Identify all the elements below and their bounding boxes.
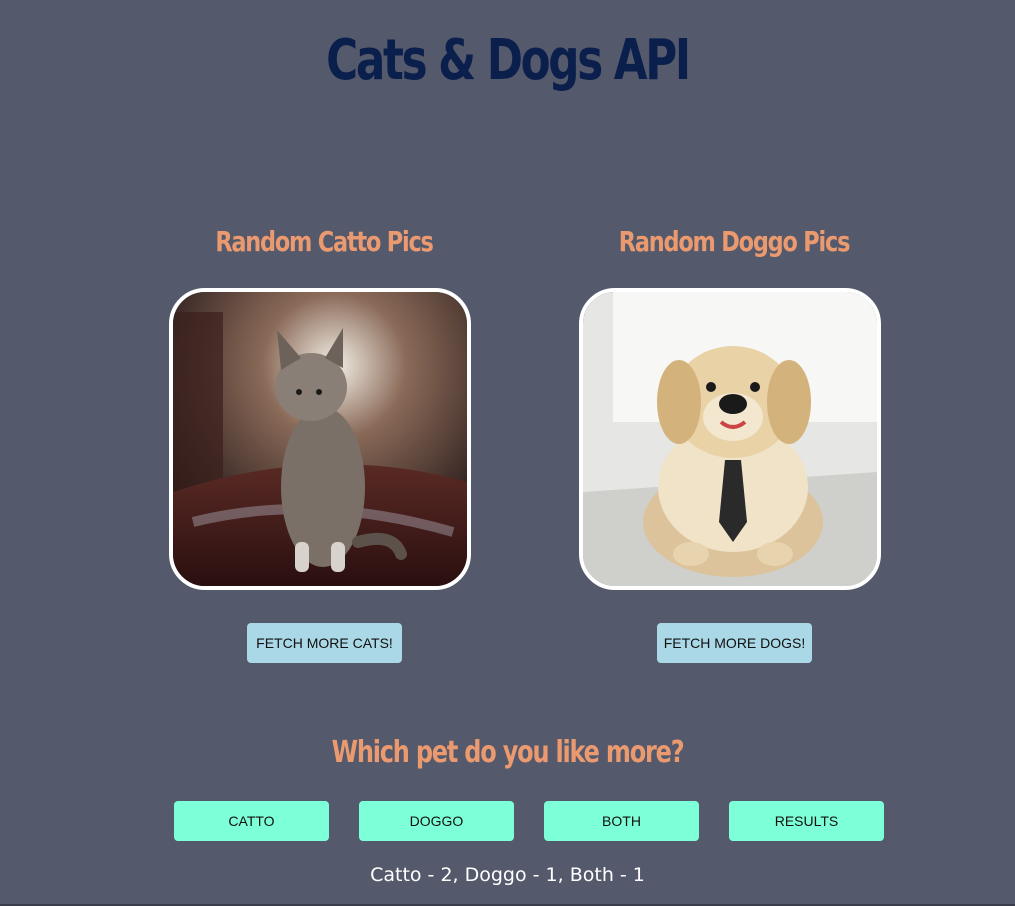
dog-photo [579,288,881,590]
cat-section-title: Random Catto Pics [215,225,434,258]
vote-question: Which pet do you like more? [331,735,685,770]
show-results-button[interactable]: RESULTS [729,801,884,841]
cat-photo [169,288,471,590]
cat-section: Random Catto Pics FETCH MORE CATS! [164,222,484,663]
dog-section-title: Random Doggo Pics [618,225,851,258]
vote-doggo-button[interactable]: DOGGO [359,801,514,841]
vote-both-button[interactable]: BOTH [544,801,699,841]
vote-results-text: Catto - 2, Doggo - 1, Both - 1 [370,864,645,886]
kitten-photo-icon [173,292,467,586]
puppy-photo-icon [583,292,877,586]
page-title: Cats & Dogs API [326,28,691,93]
vote-buttons: CATTO DOGGO BOTH RESULTS [174,801,884,841]
vote-catto-button[interactable]: CATTO [174,801,329,841]
fetch-more-cats-button[interactable]: FETCH MORE CATS! [247,623,402,663]
dog-section: Random Doggo Pics FETCH MORE DOGS! [574,222,894,663]
fetch-more-dogs-button[interactable]: FETCH MORE DOGS! [657,623,812,663]
